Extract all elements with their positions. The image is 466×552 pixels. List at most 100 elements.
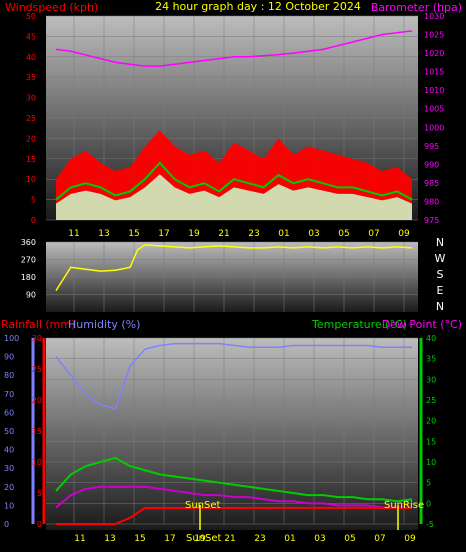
compass-label: W <box>435 252 446 265</box>
x-tick-label: 09 <box>398 229 410 239</box>
humidity-tick: 60 <box>4 408 14 417</box>
rainfall-axis-title: Rainfall (mm) <box>1 318 75 331</box>
temperature-tick: 30 <box>426 375 436 384</box>
rain-tick: 10 <box>32 458 42 467</box>
temperature-tick: -5 <box>426 520 434 529</box>
humidity-tick: 40 <box>4 446 14 455</box>
x-tick-label: 23 <box>254 534 265 544</box>
barometer-tick: 1005 <box>424 105 444 114</box>
temperature-tick: 25 <box>426 396 436 405</box>
windspeed-tick: 40 <box>26 53 36 62</box>
barometer-tick: 985 <box>424 179 439 188</box>
sunrise-label: SunRise <box>384 500 424 511</box>
barometer-tick: 1015 <box>424 68 444 77</box>
x-tick-label: 07 <box>374 534 385 544</box>
barometer-tick: 1020 <box>424 49 444 58</box>
rain-tick: 5 <box>37 489 42 498</box>
temperature-tick: 20 <box>426 417 436 426</box>
x-tick-label: 17 <box>158 229 169 239</box>
rain-tick: 0 <box>37 520 42 529</box>
rain-tick: 15 <box>32 427 42 436</box>
humidity-tick: 20 <box>4 483 14 492</box>
x-tick-label: 17 <box>164 534 175 544</box>
humidity-axis-title: Humidity (%) <box>68 318 140 331</box>
sunset-label: SunSet <box>185 500 221 511</box>
humidity-tick-labels: 0 10 20 30 40 50 60 70 80 90 100 <box>4 334 19 529</box>
windspeed-tick: 25 <box>26 114 36 123</box>
dewpoint-axis-title: Dew Point (°C) <box>382 318 462 331</box>
humidity-tick: 80 <box>4 371 14 380</box>
humidity-tick: 0 <box>4 520 9 529</box>
weather-graph: Windspeed (kph) 24 hour graph day : 12 O… <box>1 0 462 544</box>
humidity-tick: 10 <box>4 501 14 510</box>
x-tick-label: 11 <box>74 534 85 544</box>
humidity-tick: 70 <box>4 390 14 399</box>
temperature-tick: 35 <box>426 355 436 364</box>
x-tick-label: 03 <box>314 534 325 544</box>
rain-tick: 25 <box>32 365 42 374</box>
windspeed-tick: 10 <box>26 175 36 184</box>
barometer-tick: 980 <box>424 197 439 206</box>
temperature-tick: 10 <box>426 458 436 467</box>
compass-label: N <box>436 236 444 249</box>
barometer-axis-title: Barometer (hpa) <box>371 1 462 14</box>
sunset-axis-label: SunSet <box>186 533 222 544</box>
windspeed-tick-labels: 0 5 10 15 20 25 30 35 40 45 50 <box>26 12 36 225</box>
windspeed-tick: 35 <box>26 73 36 82</box>
barometer-tick: 1000 <box>424 123 444 132</box>
windspeed-axis-title: Windspeed (kph) <box>5 1 98 14</box>
humidity-tick: 100 <box>4 334 19 343</box>
windspeed-tick: 0 <box>31 216 36 225</box>
barometer-tick: 995 <box>424 142 439 151</box>
windspeed-tick: 30 <box>26 94 36 103</box>
barometer-tick: 1025 <box>424 31 444 40</box>
x-tick-label: 19 <box>188 229 200 239</box>
direction-tick: 180 <box>21 273 36 282</box>
rain-tick: 20 <box>32 396 42 405</box>
barometer-tick: 975 <box>424 216 439 225</box>
x-tick-label: 05 <box>344 534 355 544</box>
direction-tick: 270 <box>21 256 36 265</box>
compass-label: S <box>437 268 444 281</box>
humidity-tick: 30 <box>4 464 14 473</box>
windspeed-tick: 45 <box>26 32 36 41</box>
windspeed-tick: 5 <box>31 196 36 205</box>
direction-tick-labels: 90 180 270 360 <box>21 238 36 300</box>
x-tick-label: 15 <box>128 229 139 239</box>
temp-x-tick-labels: 11 13 15 17 19 21 23 01 03 05 07 09 <box>74 534 416 544</box>
x-tick-label: 09 <box>404 534 416 544</box>
temp-panel-background <box>46 338 418 530</box>
direction-tick: 90 <box>26 291 36 300</box>
x-tick-label: 21 <box>218 229 229 239</box>
x-tick-label: 13 <box>98 229 109 239</box>
x-tick-label: 07 <box>368 229 379 239</box>
temperature-tick-labels: -5 0 5 10 15 20 25 30 35 40 <box>426 334 436 529</box>
compass-labels: NWSEN <box>435 236 446 313</box>
barometer-tick: 990 <box>424 160 439 169</box>
x-tick-label: 21 <box>224 534 235 544</box>
x-tick-label: 13 <box>104 534 115 544</box>
windspeed-tick: 15 <box>26 155 36 164</box>
x-tick-label: 01 <box>284 534 295 544</box>
barometer-tick-labels: 975 980 985 990 995 1000 1005 1010 1015 1020 1025 1… <box>424 12 444 225</box>
barometer-tick: 1010 <box>424 86 444 95</box>
x-tick-label: 11 <box>68 229 79 239</box>
x-tick-label: 01 <box>278 229 289 239</box>
rain-tick: 30 <box>32 334 42 343</box>
x-tick-label: 05 <box>338 229 349 239</box>
compass-label: N <box>436 300 444 313</box>
compass-label: E <box>437 284 444 297</box>
barometer-tick: 1030 <box>424 12 444 21</box>
windspeed-tick: 50 <box>26 12 36 21</box>
wind-x-tick-labels: 11 13 15 17 19 21 23 01 03 05 07 09 <box>68 229 410 239</box>
temperature-tick: 5 <box>426 479 431 488</box>
temperature-tick: 0 <box>426 499 431 508</box>
temperature-tick: 15 <box>426 437 436 446</box>
humidity-tick: 50 <box>4 427 14 436</box>
humidity-tick: 90 <box>4 353 14 362</box>
x-tick-label: 23 <box>248 229 259 239</box>
windspeed-tick: 20 <box>26 134 36 143</box>
direction-tick: 360 <box>21 238 36 247</box>
temperature-tick: 40 <box>426 334 436 343</box>
graph-title: 24 hour graph day : 12 October 2024 <box>155 0 361 13</box>
